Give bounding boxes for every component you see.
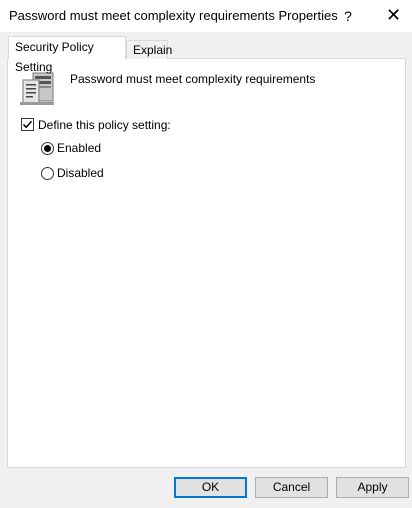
disabled-radio[interactable]	[41, 167, 54, 180]
checkmark-icon	[22, 120, 33, 129]
title-bar: Password must meet complexity requiremen…	[0, 0, 412, 32]
policy-name: Password must meet complexity requiremen…	[70, 72, 316, 86]
close-button[interactable]: ✕	[375, 0, 412, 32]
define-policy-label[interactable]: Define this policy setting:	[38, 118, 171, 132]
cancel-button[interactable]: Cancel	[255, 477, 328, 498]
apply-button[interactable]: Apply	[336, 477, 409, 498]
help-button[interactable]: ?	[333, 0, 363, 32]
window-title: Password must meet complexity requiremen…	[9, 8, 338, 23]
disabled-label[interactable]: Disabled	[57, 166, 104, 180]
tab-security-policy-setting[interactable]: Security Policy Setting	[8, 36, 126, 74]
define-policy-checkbox[interactable]	[21, 118, 34, 131]
tab-explain[interactable]: Explain	[126, 40, 172, 59]
enabled-radio[interactable]	[41, 142, 54, 155]
server-policy-icon	[20, 72, 54, 105]
radio-selected-dot	[44, 145, 51, 152]
ok-button[interactable]: OK	[174, 477, 247, 498]
enabled-label[interactable]: Enabled	[57, 141, 101, 155]
